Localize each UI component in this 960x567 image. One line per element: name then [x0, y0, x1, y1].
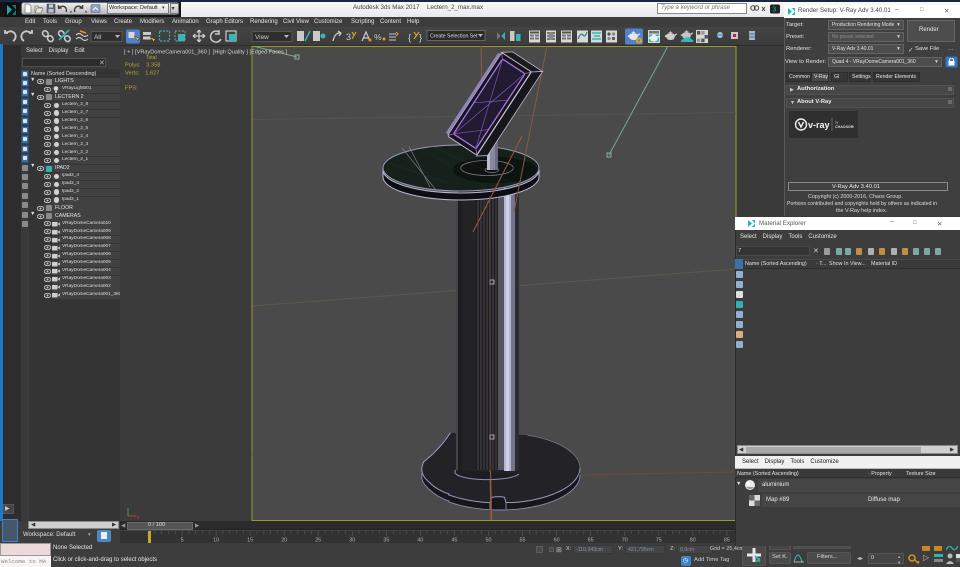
svg-text:Total: Total — [146, 55, 157, 61]
svg-text:Verts: 1.627: Verts: 1.627 — [125, 71, 159, 77]
svg-text:85: 85 — [724, 537, 730, 543]
svg-text:30: 30 — [349, 537, 355, 543]
svg-text:70: 70 — [622, 537, 628, 543]
svg-text:55: 55 — [520, 537, 526, 543]
svg-text:45: 45 — [451, 537, 457, 543]
svg-text:65: 65 — [588, 537, 594, 543]
svg-text:20: 20 — [281, 537, 287, 543]
svg-text:CHAOSGROUP: CHAOSGROUP — [835, 125, 854, 129]
svg-text:{: { — [408, 33, 411, 44]
svg-text:FPS:: FPS: — [125, 86, 138, 92]
svg-text:%: % — [374, 32, 382, 42]
svg-text:}: } — [419, 33, 422, 44]
svg-text:Create Selection Set: Create Selection Set — [430, 34, 478, 40]
svg-text:v-ray: v-ray — [808, 120, 830, 130]
svg-text:75: 75 — [656, 537, 662, 543]
svg-text:by: by — [835, 121, 839, 125]
svg-text:25: 25 — [315, 537, 321, 543]
svg-text:50: 50 — [486, 537, 492, 543]
svg-text:3: 3 — [346, 32, 351, 42]
svg-text:60: 60 — [554, 537, 560, 543]
svg-text:5: 5 — [181, 537, 184, 543]
svg-text:35: 35 — [383, 537, 389, 543]
svg-text:View: View — [255, 34, 269, 41]
svg-text:10: 10 — [213, 537, 219, 543]
svg-text:40: 40 — [417, 537, 423, 543]
svg-text:80: 80 — [690, 537, 696, 543]
svg-text:Polys: 3.358: Polys: 3.358 — [125, 63, 160, 69]
svg-text:All: All — [94, 34, 101, 41]
svg-text:15: 15 — [247, 537, 253, 543]
svg-text:3: 3 — [772, 7, 776, 14]
